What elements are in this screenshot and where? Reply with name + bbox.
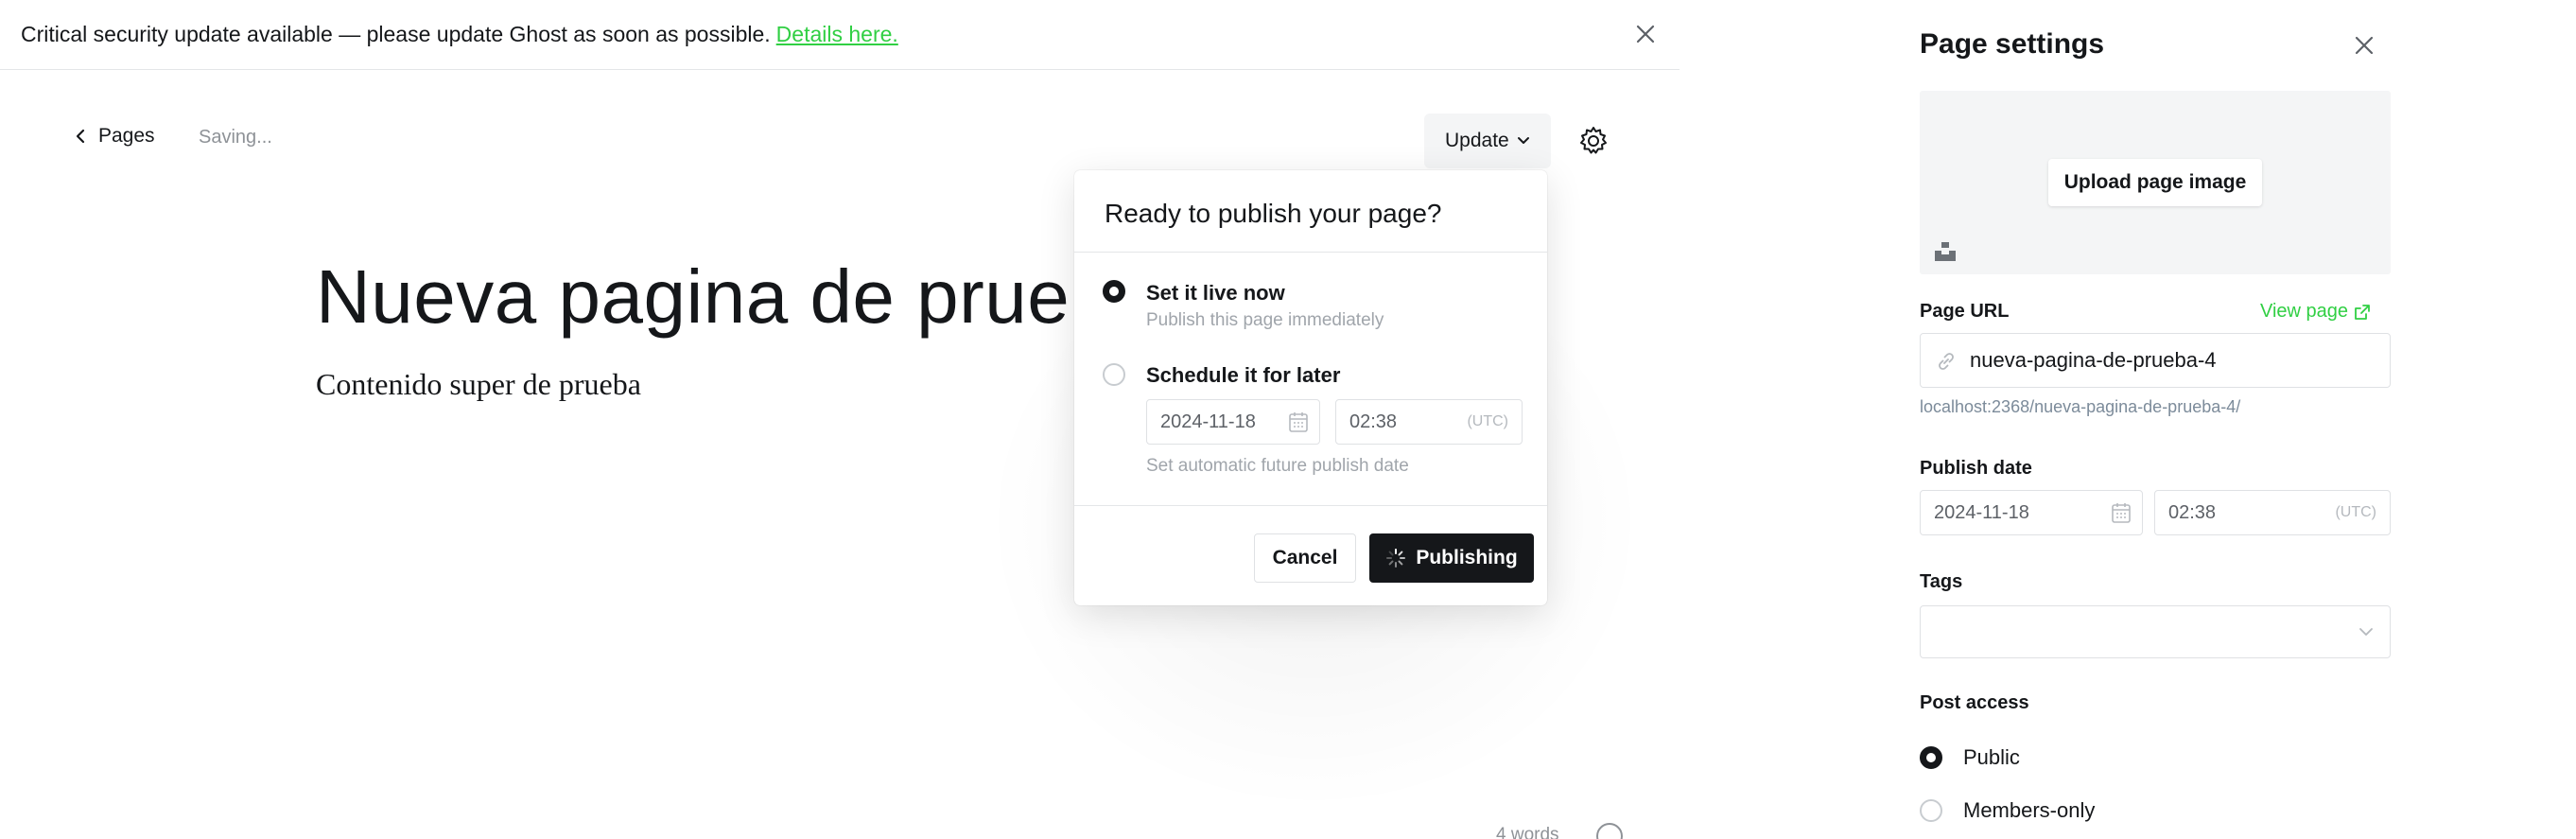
chevron-down-icon: [2359, 628, 2373, 636]
access-option-public[interactable]: Public: [1920, 745, 2020, 770]
update-button[interactable]: Update: [1424, 114, 1551, 168]
security-banner: Critical security update available — ple…: [0, 0, 1680, 70]
timezone-label: (UTC): [1467, 413, 1508, 429]
access-members-label: Members-only: [1963, 798, 2096, 822]
divider: [1074, 252, 1547, 253]
schedule-date-input[interactable]: 2024-11-18: [1146, 399, 1320, 445]
option-later-label[interactable]: Schedule it for later: [1146, 363, 1340, 388]
save-status: Saving...: [199, 127, 272, 148]
post-body[interactable]: Contenido super de prueba: [316, 367, 641, 402]
chevron-down-icon: [1517, 137, 1529, 144]
publish-label: Publishing: [1416, 547, 1518, 568]
back-label: Pages: [98, 125, 155, 147]
access-public-label: Public: [1963, 745, 2020, 769]
tags-select[interactable]: [1920, 605, 2391, 658]
publish-time-input[interactable]: 02:38 (UTC): [2154, 490, 2391, 535]
help-icon[interactable]: [1596, 823, 1623, 839]
link-icon: [1939, 353, 1954, 370]
calendar-icon[interactable]: [1289, 411, 1308, 432]
radio-schedule-later[interactable]: [1103, 363, 1125, 386]
unsplash-icon[interactable]: [1935, 242, 1956, 261]
view-page-label: View page: [2260, 301, 2349, 322]
url-preview: localhost:2368/nueva-pagina-de-prueba-4/: [1920, 397, 2241, 416]
banner-text: Critical security update available — ple…: [21, 22, 771, 46]
schedule-time-input[interactable]: 02:38 (UTC): [1335, 399, 1523, 445]
page-image-dropzone[interactable]: Upload page image: [1920, 91, 2391, 274]
publish-button[interactable]: Publishing: [1369, 533, 1534, 583]
schedule-hint: Set automatic future publish date: [1146, 456, 1409, 476]
tags-label: Tags: [1920, 571, 1963, 592]
divider: [1074, 505, 1547, 506]
url-slug-value: nueva-pagina-de-prueba-4: [1970, 348, 2217, 372]
external-link-icon: [2355, 304, 2370, 320]
post-access-label: Post access: [1920, 692, 2029, 713]
close-icon[interactable]: [2351, 32, 2377, 59]
update-label: Update: [1445, 130, 1509, 151]
page-url-input[interactable]: nueva-pagina-de-prueba-4: [1920, 333, 2391, 388]
close-icon[interactable]: [1630, 19, 1661, 49]
page-settings-panel: Page settings Upload page image Page URL…: [1888, 0, 2576, 839]
word-count: 4 words: [1496, 825, 1559, 839]
publish-popup: Ready to publish your page? Set it live …: [1074, 170, 1547, 605]
radio-set-live-now[interactable]: [1103, 280, 1125, 303]
radio-members-only[interactable]: [1920, 799, 1942, 822]
publish-date-input[interactable]: 2024-11-18: [1920, 490, 2143, 535]
panel-title: Page settings: [1920, 28, 2105, 60]
post-title[interactable]: Nueva pagina de prueba: [316, 253, 1155, 341]
spinner-icon: [1386, 549, 1406, 568]
view-page-link[interactable]: View page: [2260, 301, 2371, 323]
publish-date-value: 2024-11-18: [1934, 501, 2029, 523]
publish-date-label: Publish date: [1920, 458, 2032, 479]
option-now-sub: Publish this page immediately: [1146, 310, 1384, 330]
chevron-left-icon: [76, 129, 85, 144]
page-url-label: Page URL: [1920, 301, 2010, 322]
schedule-time-value: 02:38: [1349, 411, 1398, 432]
schedule-date-value: 2024-11-18: [1160, 411, 1256, 432]
popup-title: Ready to publish your page?: [1105, 199, 1442, 228]
upload-image-button[interactable]: Upload page image: [2048, 159, 2262, 206]
option-now-label[interactable]: Set it live now: [1146, 281, 1285, 306]
settings-gear-icon[interactable]: [1577, 125, 1610, 157]
cancel-label: Cancel: [1272, 547, 1338, 568]
banner-details-link[interactable]: Details here.: [776, 22, 898, 47]
cancel-button[interactable]: Cancel: [1254, 533, 1356, 583]
back-to-pages-link[interactable]: Pages: [76, 125, 155, 148]
publish-time-value: 02:38: [2168, 501, 2217, 523]
access-option-members[interactable]: Members-only: [1920, 798, 2095, 823]
radio-public[interactable]: [1920, 746, 1942, 769]
timezone-label: (UTC): [2335, 504, 2376, 520]
calendar-icon[interactable]: [2112, 502, 2131, 523]
upload-label: Upload page image: [2063, 171, 2247, 193]
